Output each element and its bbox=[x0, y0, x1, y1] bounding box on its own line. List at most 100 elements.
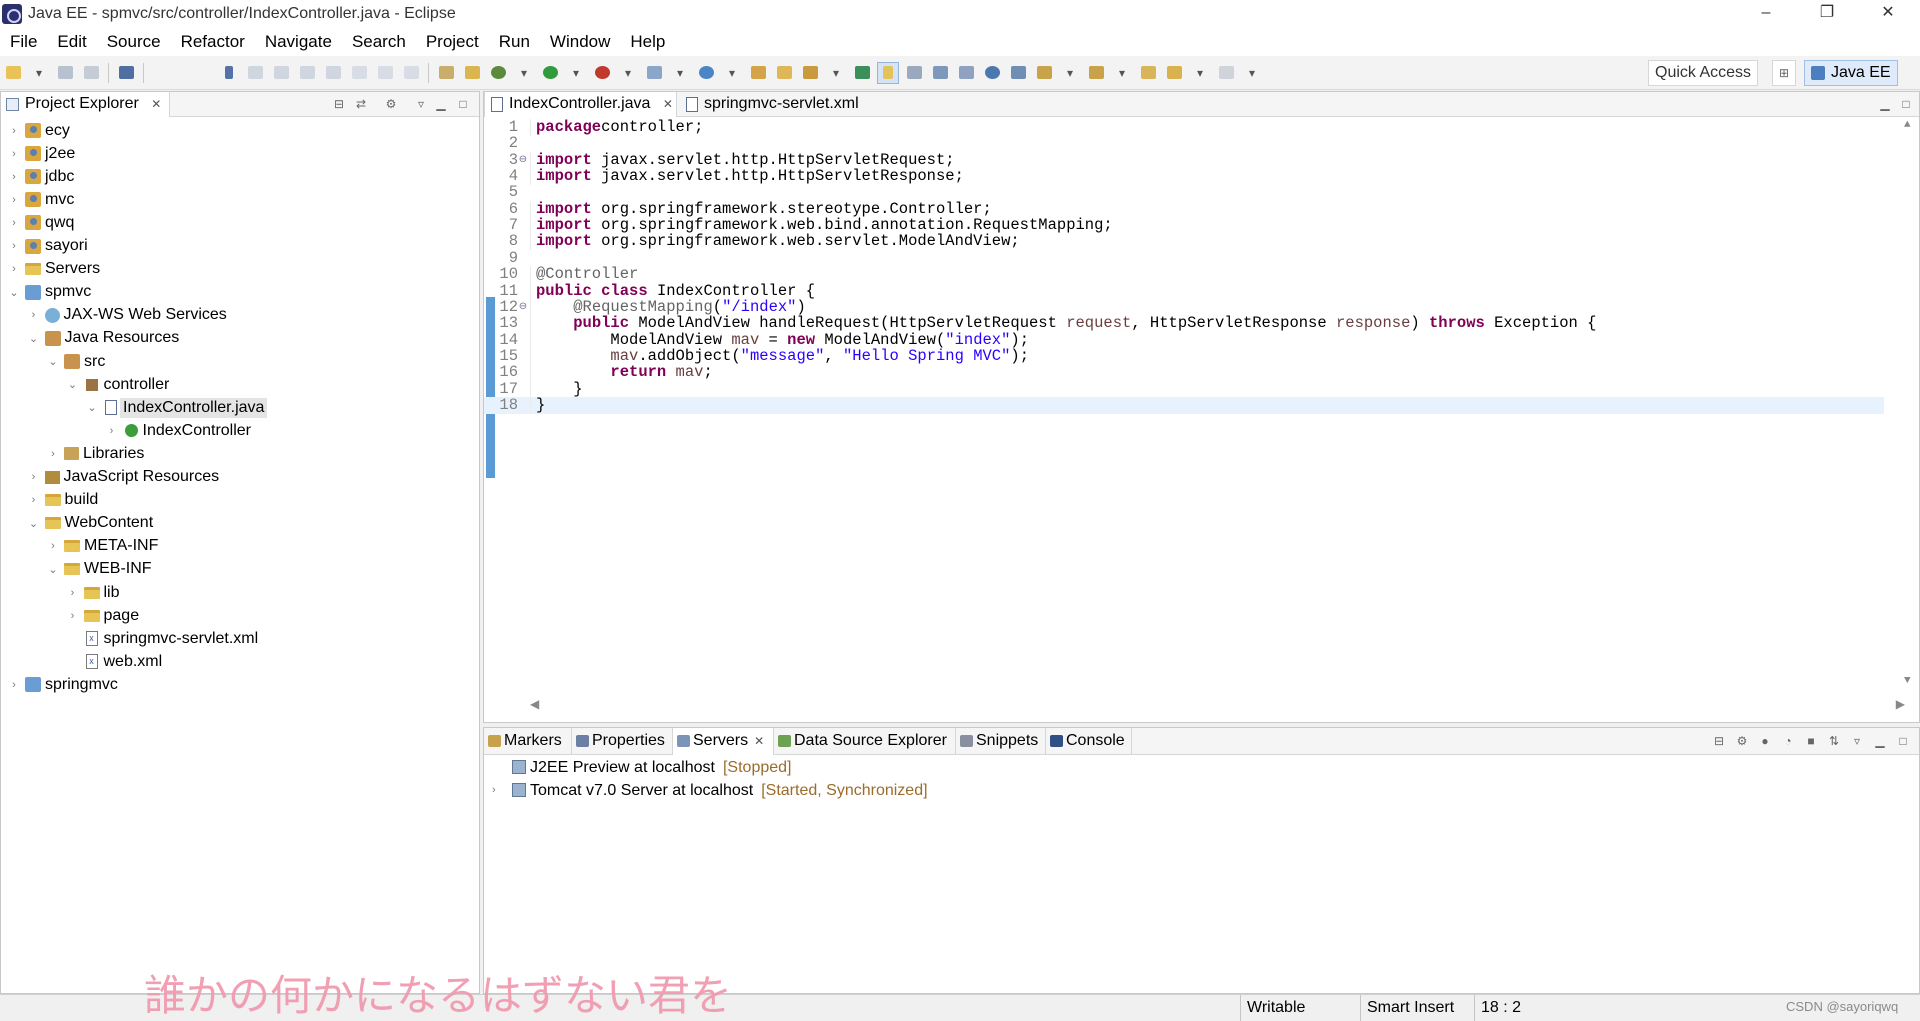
expand-right-icon[interactable]: › bbox=[7, 217, 21, 229]
show-whitespace-icon[interactable] bbox=[903, 62, 925, 84]
expand-right-icon[interactable]: › bbox=[7, 263, 21, 275]
expand-right-icon[interactable]: › bbox=[27, 309, 41, 321]
open-type-icon[interactable] bbox=[435, 62, 457, 84]
new-icon[interactable] bbox=[2, 62, 24, 84]
tree-item[interactable]: › JAX-WS Web Services bbox=[27, 304, 227, 327]
tab-properties[interactable]: Properties bbox=[572, 728, 673, 755]
tree-item[interactable]: x web.xml bbox=[66, 650, 162, 673]
expand-right-icon[interactable]: › bbox=[492, 779, 496, 802]
scroll-up-icon[interactable]: ▲ bbox=[1904, 119, 1911, 131]
start-server-icon[interactable]: ⚙ bbox=[1734, 733, 1750, 749]
terminate-icon[interactable] bbox=[296, 62, 318, 84]
open-folder-icon[interactable] bbox=[773, 62, 795, 84]
expand-right-icon[interactable]: › bbox=[7, 125, 21, 137]
expand-right-icon[interactable]: › bbox=[7, 171, 21, 183]
step-return-icon[interactable] bbox=[400, 62, 422, 84]
horizontal-scrollbar[interactable]: ◀ ▶ bbox=[530, 695, 1905, 715]
new-server-dropdown-icon[interactable]: ▾ bbox=[669, 62, 691, 84]
external-tools-dropdown-icon[interactable]: ▾ bbox=[617, 62, 639, 84]
expand-right-icon[interactable]: › bbox=[27, 471, 41, 483]
tree-item[interactable]: ⌄ IndexController.java bbox=[85, 396, 268, 419]
tree-item[interactable]: › ecy bbox=[7, 119, 70, 142]
forward-icon[interactable] bbox=[1215, 62, 1237, 84]
new-dropdown-icon[interactable]: ▾ bbox=[28, 62, 50, 84]
save-icon[interactable] bbox=[54, 62, 76, 84]
tree-item[interactable]: › page bbox=[66, 604, 139, 627]
tree-item[interactable]: ⌄ WebContent bbox=[27, 512, 153, 535]
terminal-icon[interactable] bbox=[115, 62, 137, 84]
tree-item[interactable]: › Servers bbox=[7, 258, 100, 281]
view-menu-icon[interactable]: ▿ bbox=[1849, 733, 1865, 749]
link-with-editor-icon[interactable]: ⇄ bbox=[353, 96, 369, 112]
tab-servers[interactable]: Servers ✕ bbox=[673, 728, 774, 755]
toggle-mark-icon[interactable] bbox=[851, 62, 873, 84]
fold-toggle-icon[interactable]: ⊖ bbox=[518, 152, 528, 169]
menu-search[interactable]: Search bbox=[342, 28, 416, 56]
minimize-view-icon[interactable]: ▁ bbox=[433, 96, 449, 112]
expand-right-icon[interactable]: › bbox=[66, 587, 80, 599]
external-tools-icon[interactable] bbox=[591, 62, 613, 84]
back-dropdown-icon[interactable]: ▾ bbox=[1189, 62, 1211, 84]
expand-right-icon[interactable]: › bbox=[46, 540, 60, 552]
publish-icon[interactable]: ⇅ bbox=[1826, 733, 1842, 749]
tab-console[interactable]: Console bbox=[1046, 728, 1132, 755]
menu-help[interactable]: Help bbox=[620, 28, 675, 56]
perspective-javaee-button[interactable]: Java EE bbox=[1804, 60, 1898, 86]
back-icon[interactable] bbox=[1163, 62, 1185, 84]
save-all-icon[interactable] bbox=[80, 62, 102, 84]
scroll-down-icon[interactable]: ▼ bbox=[1904, 675, 1911, 687]
view-menu-icon[interactable]: ▿ bbox=[413, 96, 429, 112]
close-window-button[interactable]: ✕ bbox=[1858, 0, 1918, 28]
expand-down-icon[interactable]: ⌄ bbox=[27, 517, 41, 530]
paragraph-icon[interactable] bbox=[955, 62, 977, 84]
tab-indexcontroller-java[interactable]: IndexController.java ✕ bbox=[484, 92, 677, 117]
expand-down-icon[interactable]: ⌄ bbox=[46, 355, 60, 368]
tab-data-source-explorer[interactable]: Data Source Explorer bbox=[774, 728, 956, 755]
forward-dropdown-icon[interactable]: ▾ bbox=[1241, 62, 1263, 84]
expand-right-icon[interactable]: › bbox=[7, 679, 21, 691]
menu-window[interactable]: Window bbox=[540, 28, 620, 56]
expand-right-icon[interactable]: › bbox=[46, 448, 60, 460]
server-row[interactable]: › Tomcat v7.0 Server at localhost [Started… bbox=[484, 779, 1684, 802]
tree-item[interactable]: › mvc bbox=[7, 188, 74, 211]
run-dropdown-icon[interactable]: ▾ bbox=[565, 62, 587, 84]
highlight-icon[interactable] bbox=[877, 61, 899, 84]
code-editor[interactable]: 1 packagecontroller; 2 3 ⊖ import javax.servl… bbox=[484, 117, 1919, 695]
prev-annotation-icon[interactable] bbox=[1085, 62, 1107, 84]
menu-file[interactable]: File bbox=[0, 28, 47, 56]
next-annotation-icon[interactable] bbox=[1033, 62, 1055, 84]
maximize-view-icon[interactable]: □ bbox=[1895, 733, 1911, 749]
tab-snippets[interactable]: Snippets bbox=[956, 728, 1046, 755]
menu-navigate[interactable]: Navigate bbox=[255, 28, 342, 56]
menu-source[interactable]: Source bbox=[97, 28, 171, 56]
scroll-left-icon[interactable]: ◀ bbox=[530, 697, 539, 711]
menu-project[interactable]: Project bbox=[416, 28, 489, 56]
menu-refactor[interactable]: Refactor bbox=[171, 28, 255, 56]
expand-right-icon[interactable]: › bbox=[27, 494, 41, 506]
tree-item[interactable]: ⌄ src bbox=[46, 350, 105, 373]
close-tab-icon[interactable]: ✕ bbox=[663, 97, 673, 111]
close-tab-icon[interactable]: ✕ bbox=[754, 734, 764, 748]
close-view-icon[interactable]: ✕ bbox=[151, 97, 161, 111]
suspend-icon[interactable] bbox=[270, 62, 292, 84]
tree-item[interactable]: x springmvc-servlet.xml bbox=[66, 627, 258, 650]
search-dropdown-icon[interactable]: ▾ bbox=[825, 62, 847, 84]
step-into-icon[interactable] bbox=[348, 62, 370, 84]
prev-annotation-dropdown-icon[interactable]: ▾ bbox=[1111, 62, 1133, 84]
tree-item[interactable]: › lib bbox=[66, 581, 120, 604]
profile-server-icon[interactable]: ◔ bbox=[1780, 733, 1796, 749]
expand-right-icon[interactable]: › bbox=[105, 425, 119, 437]
tree-item[interactable]: ⌄ spmvc bbox=[7, 281, 91, 304]
tree-item[interactable]: ⌄ WEB-INF bbox=[46, 558, 151, 581]
tree-item[interactable]: › IndexController bbox=[105, 419, 251, 442]
vertical-scrollbar[interactable]: ▲ ▼ bbox=[1899, 117, 1919, 695]
expand-right-icon[interactable]: › bbox=[66, 610, 80, 622]
step-over-icon[interactable] bbox=[374, 62, 396, 84]
new-class-dropdown-icon[interactable]: ▾ bbox=[721, 62, 743, 84]
minimize-button[interactable]: – bbox=[1736, 0, 1796, 28]
debug-server-icon[interactable]: ● bbox=[1757, 733, 1773, 749]
menu-run[interactable]: Run bbox=[489, 28, 540, 56]
tree-item[interactable]: › j2ee bbox=[7, 142, 75, 165]
expand-down-icon[interactable]: ⌄ bbox=[27, 332, 41, 345]
tree-item[interactable]: › build bbox=[27, 489, 99, 512]
